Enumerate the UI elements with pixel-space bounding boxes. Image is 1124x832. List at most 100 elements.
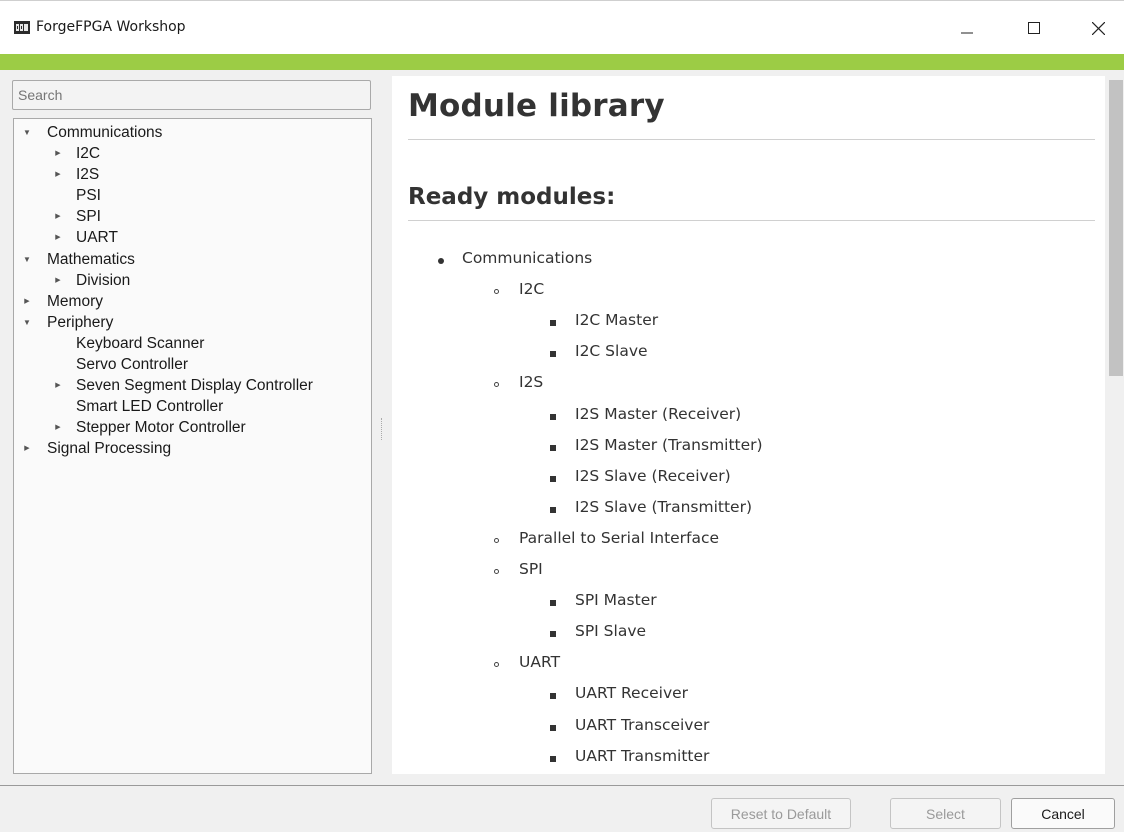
caret-right-icon[interactable]: ▶ xyxy=(53,417,63,438)
accent-bar xyxy=(0,54,1124,70)
circle-bullet-icon xyxy=(494,289,499,295)
minimize-icon xyxy=(961,32,973,34)
list-item: UART Receiver xyxy=(575,684,689,703)
circle-bullet-icon xyxy=(494,537,499,543)
tree-item-label: Servo Controller xyxy=(76,356,188,374)
square-bullet-icon xyxy=(550,755,556,762)
disc-bullet-icon xyxy=(438,258,444,264)
tree-item-label: Stepper Motor Controller xyxy=(76,419,246,437)
caret-right-icon[interactable]: ▶ xyxy=(22,291,32,312)
tree-item[interactable]: ▶ SPI xyxy=(14,206,371,227)
tree-item[interactable]: ▼ Periphery xyxy=(14,312,371,333)
caret-right-icon[interactable]: ▶ xyxy=(22,438,32,459)
tree-item-label: Signal Processing xyxy=(47,440,172,458)
content-pane: Module library Ready modules: Communicat… xyxy=(392,76,1105,774)
close-button[interactable] xyxy=(1075,8,1121,48)
square-bullet-icon xyxy=(550,631,556,638)
footer-divider xyxy=(0,785,1124,786)
caret-right-icon[interactable]: ▶ xyxy=(53,164,63,185)
caret-right-icon[interactable]: ▶ xyxy=(53,270,63,291)
splitter-handle[interactable] xyxy=(381,418,385,440)
square-bullet-icon xyxy=(550,475,556,482)
tree-item-label: Division xyxy=(76,271,131,289)
caret-right-icon[interactable]: ▶ xyxy=(53,375,63,396)
list-item: I2C Master xyxy=(575,311,659,330)
square-bullet-icon xyxy=(550,444,556,451)
tree-item-label: Smart LED Controller xyxy=(76,398,224,416)
tree-item[interactable]: ▶ I2C xyxy=(14,143,371,164)
section-heading: Ready modules: xyxy=(408,184,616,210)
caret-right-icon[interactable]: ▶ xyxy=(53,227,63,248)
tree-item-label: I2S xyxy=(76,166,100,184)
tree-item[interactable]: ▼ Communications xyxy=(14,122,371,143)
square-bullet-icon xyxy=(550,600,556,607)
list-item: UART Transmitter xyxy=(575,746,710,765)
tree-item[interactable]: Keyboard Scanner xyxy=(14,333,371,354)
tree-item-label: SPI xyxy=(76,208,101,226)
tree-item[interactable]: ▶ Memory xyxy=(14,291,371,312)
list-item: Communications xyxy=(462,249,593,267)
scrollbar-thumb[interactable] xyxy=(1109,80,1123,376)
list-item: I2C Slave xyxy=(575,342,648,361)
close-icon xyxy=(1091,21,1105,35)
list-item: UART Transceiver xyxy=(575,715,710,734)
square-bullet-icon xyxy=(550,351,556,358)
caret-right-icon[interactable]: ▶ xyxy=(53,206,63,227)
caret-right-icon[interactable]: ▶ xyxy=(53,143,63,164)
list-item: UART xyxy=(519,653,561,672)
page-title: Module library xyxy=(408,88,665,124)
cancel-button[interactable]: Cancel xyxy=(1011,798,1115,829)
tree-item-label: Seven Segment Display Controller xyxy=(76,377,313,395)
maximize-icon xyxy=(1028,22,1040,34)
tree-item[interactable]: ▶ UART xyxy=(14,227,371,248)
tree-item[interactable]: PSI xyxy=(14,185,371,206)
title-divider xyxy=(408,139,1095,140)
list-item: SPI Master xyxy=(575,591,657,610)
tree-item-label: PSI xyxy=(76,187,101,205)
tree-item[interactable]: ▶ Signal Processing xyxy=(14,438,371,459)
tree-item-label: I2C xyxy=(76,145,101,163)
list-item: SPI Slave xyxy=(575,622,647,641)
list-item: I2S Master (Receiver) xyxy=(575,404,742,423)
title-bar: ForgeFPGA Workshop xyxy=(0,0,1124,54)
caret-down-icon[interactable]: ▼ xyxy=(22,249,32,270)
list-item: Parallel to Serial Interface xyxy=(519,528,720,547)
circle-bullet-icon xyxy=(494,382,499,388)
list-item: I2S xyxy=(519,373,544,392)
module-tree[interactable]: ▼ Communications ▶ I2C ▶ I2S PSI ▶ SPI ▶ UART ▼ Math… xyxy=(13,118,372,774)
circle-bullet-icon xyxy=(494,662,499,668)
tree-item-label: Periphery xyxy=(47,313,114,331)
tree-item-label: UART xyxy=(76,229,118,247)
list-item: I2S Slave (Transmitter) xyxy=(575,497,753,516)
square-bullet-icon xyxy=(550,320,556,327)
caret-down-icon[interactable]: ▼ xyxy=(22,312,32,333)
list-item: I2S Master (Transmitter) xyxy=(575,435,763,454)
square-bullet-icon xyxy=(550,413,556,420)
tree-item-label: Mathematics xyxy=(47,250,135,268)
minimize-button[interactable] xyxy=(944,8,990,48)
select-button[interactable]: Select xyxy=(890,798,1001,829)
tree-item[interactable]: Smart LED Controller xyxy=(14,396,371,417)
square-bullet-icon xyxy=(550,506,556,513)
tree-item[interactable]: ▶ Stepper Motor Controller xyxy=(14,417,371,438)
tree-item[interactable]: ▶ Seven Segment Display Controller xyxy=(14,375,371,396)
square-bullet-icon xyxy=(550,724,556,731)
tree-item[interactable]: ▶ Division xyxy=(14,270,371,291)
list-item: I2C xyxy=(519,280,545,299)
tree-item[interactable]: ▼ Mathematics xyxy=(14,249,371,270)
reset-to-default-button[interactable]: Reset to Default xyxy=(711,798,851,829)
caret-down-icon[interactable]: ▼ xyxy=(22,122,32,143)
list-item: SPI xyxy=(519,560,543,578)
tree-item-label: Communications xyxy=(47,124,163,141)
tree-item-label: Memory xyxy=(47,292,103,310)
app-icon xyxy=(14,21,30,34)
list-item: I2S Slave (Receiver) xyxy=(575,466,731,485)
maximize-button[interactable] xyxy=(1011,8,1057,48)
search-input[interactable] xyxy=(12,80,371,110)
window-title: ForgeFPGA Workshop xyxy=(36,19,186,35)
tree-item[interactable]: ▶ I2S xyxy=(14,164,371,185)
circle-bullet-icon xyxy=(494,569,499,574)
tree-item[interactable]: Servo Controller xyxy=(14,354,371,375)
tree-item-label: Keyboard Scanner xyxy=(76,334,205,352)
square-bullet-icon xyxy=(550,693,556,700)
